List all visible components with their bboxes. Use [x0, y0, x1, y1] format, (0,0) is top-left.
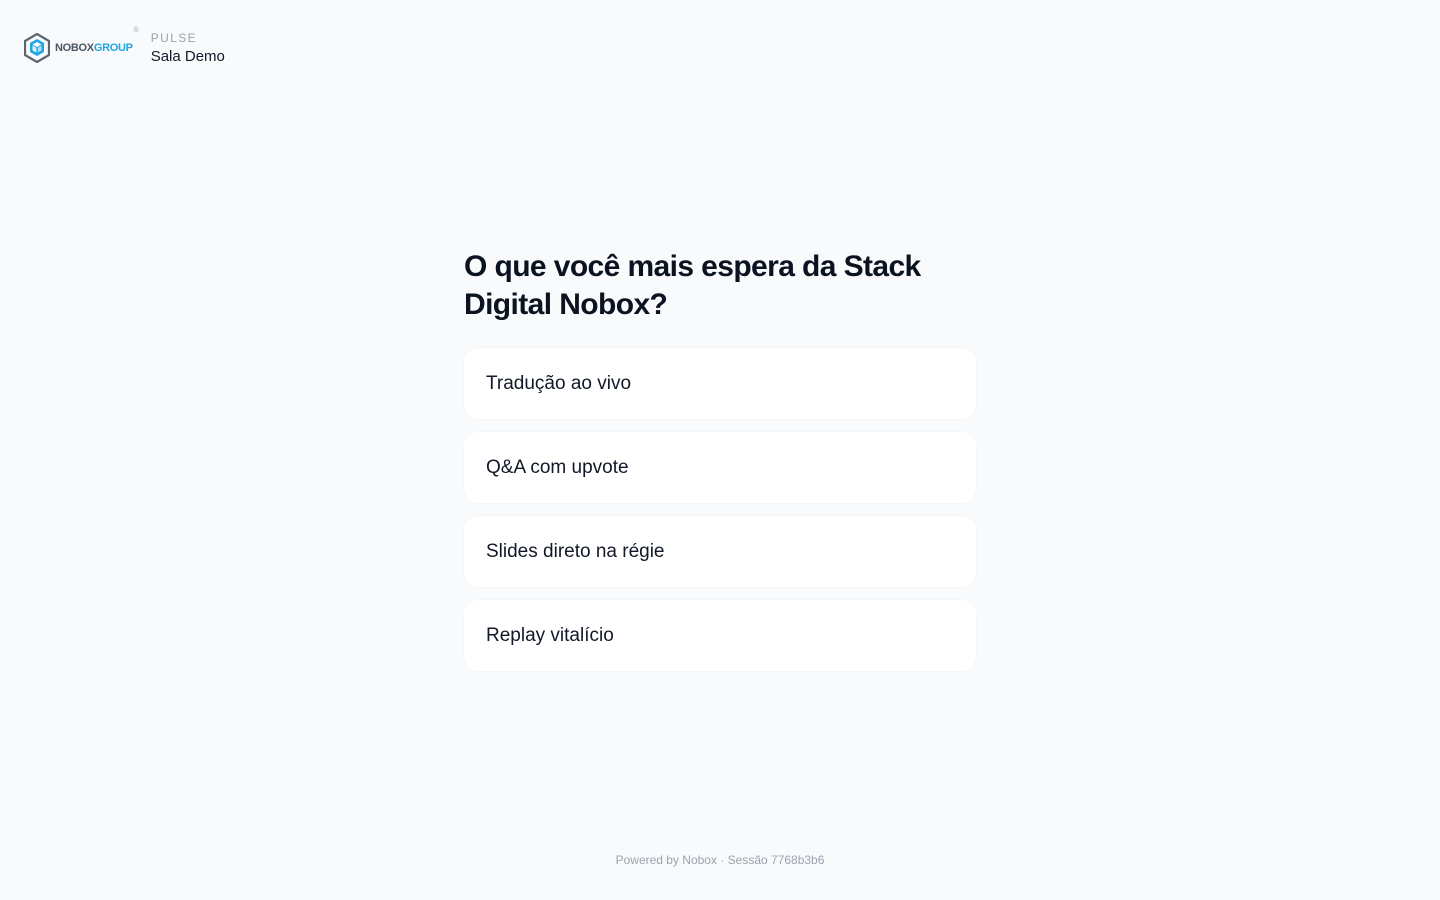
room-kicker: PULSE: [150, 31, 198, 45]
brand-logo: NOBOXGROUP ®: [24, 27, 139, 63]
poll-option-slides[interactable]: Slides direto na régie: [464, 516, 976, 587]
room-info: PULSE Sala Demo: [151, 30, 225, 66]
registered-mark: ®: [133, 27, 139, 34]
header: NOBOXGROUP ® PULSE Sala Demo: [24, 27, 225, 66]
footer-powered-by: Powered by Nobox · Sessão 7768b3b6: [615, 853, 825, 867]
poll-option-replay[interactable]: Replay vitalício: [464, 600, 976, 671]
poll-option-translation[interactable]: Tradução ao vivo: [464, 348, 976, 419]
room-name: Sala Demo: [150, 48, 225, 65]
poll-page: NOBOXGROUP ® PULSE Sala Demo O que você …: [0, 0, 1440, 900]
poll-option-qa-upvote[interactable]: Q&A com upvote: [464, 432, 976, 503]
poll-options: Tradução ao vivo Q&A com upvote Slides d…: [464, 348, 976, 671]
poll-card: O que você mais espera da Stack Digital …: [464, 248, 976, 671]
brand-wordmark: NOBOXGROUP: [55, 41, 133, 54]
poll-question: O que você mais espera da Stack Digital …: [464, 250, 921, 321]
nobox-hexagon-icon: [24, 33, 50, 63]
